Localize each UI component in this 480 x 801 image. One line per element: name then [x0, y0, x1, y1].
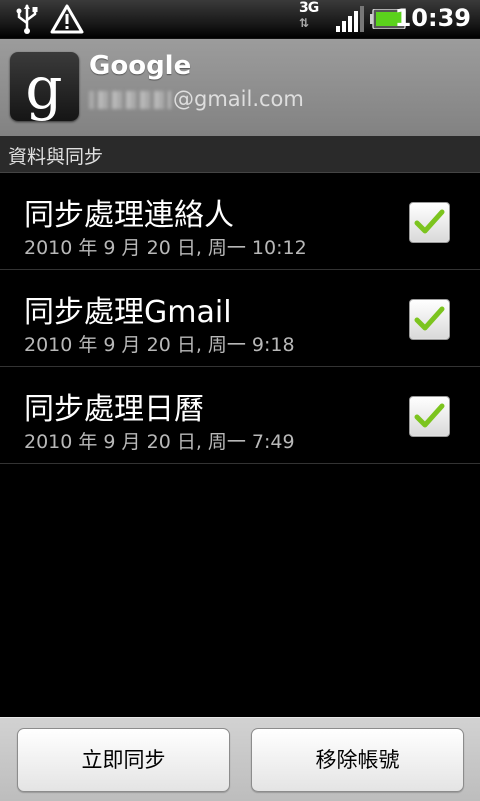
account-email: @gmail.com [89, 87, 304, 111]
sync-row-timestamp: 2010 年 9 月 20 日, 周一 7:49 [24, 431, 295, 453]
bottom-action-bar: 立即同步 移除帳號 [0, 717, 480, 801]
sync-contacts-checkbox[interactable] [409, 202, 450, 243]
status-time: 10:39 [394, 4, 471, 32]
sync-row-label: 同步處理Gmail [24, 295, 232, 330]
sync-calendar-checkbox[interactable] [409, 396, 450, 437]
sync-row-contacts[interactable]: 同步處理連絡人 2010 年 9 月 20 日, 周一 10:12 [0, 173, 480, 270]
google-g-icon: g [10, 52, 79, 122]
warning-icon [50, 4, 84, 34]
remove-account-button[interactable]: 移除帳號 [251, 728, 464, 792]
sync-gmail-checkbox[interactable] [409, 299, 450, 340]
redacted-email-prefix [89, 91, 171, 109]
sync-now-button[interactable]: 立即同步 [17, 728, 230, 792]
checkmark-icon [414, 209, 445, 234]
sync-row-gmail[interactable]: 同步處理Gmail 2010 年 9 月 20 日, 周一 9:18 [0, 270, 480, 367]
network-type-label: 3G ⇅ [299, 0, 319, 31]
sync-row-timestamp: 2010 年 9 月 20 日, 周一 10:12 [24, 237, 307, 259]
sync-row-calendar[interactable]: 同步處理日曆 2010 年 9 月 20 日, 周一 7:49 [0, 367, 480, 464]
checkmark-icon [414, 403, 445, 428]
sync-row-label: 同步處理連絡人 [24, 198, 234, 233]
usb-icon [16, 4, 38, 34]
sync-row-label: 同步處理日曆 [24, 392, 204, 427]
status-bar: 3G ⇅ 10:39 [0, 0, 480, 39]
section-title: 資料與同步 [8, 146, 104, 168]
account-header: g Google @gmail.com [0, 39, 480, 136]
checkmark-icon [414, 306, 445, 331]
account-name: Google [89, 51, 192, 81]
signal-icon [336, 6, 364, 32]
svg-text:g: g [25, 54, 62, 121]
section-header: 資料與同步 [0, 136, 480, 173]
sync-row-timestamp: 2010 年 9 月 20 日, 周一 9:18 [24, 334, 295, 356]
